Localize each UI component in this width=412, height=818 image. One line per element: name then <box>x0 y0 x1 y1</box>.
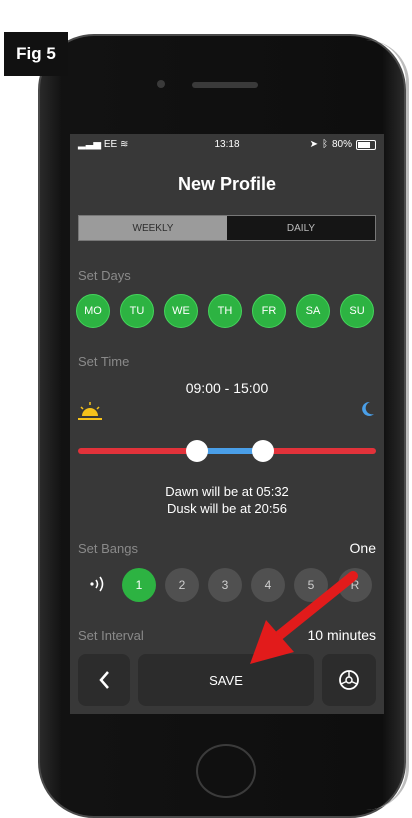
set-interval-label: Set Interval <box>78 628 144 643</box>
day-toggle-th[interactable]: TH <box>208 294 242 328</box>
annotation-arrow <box>250 571 358 664</box>
moon-icon <box>362 401 374 416</box>
set-days-label: Set Days <box>78 268 131 283</box>
dusk-time-text: Dusk will be at 20:56 <box>167 501 287 516</box>
time-range-slider[interactable] <box>78 436 376 466</box>
status-bar: ▂▃▅ EE ≋ 13:18 ➤ ᛒ 80% <box>70 134 384 156</box>
status-right: ➤ ᛒ 80% <box>310 139 376 150</box>
back-button[interactable] <box>78 654 130 706</box>
end-time-handle[interactable] <box>252 440 274 462</box>
bang-option-1[interactable]: 1 <box>122 568 156 602</box>
day-toggle-tu[interactable]: TU <box>120 294 154 328</box>
tab-weekly[interactable]: WEEKLY <box>79 216 227 240</box>
sun-icon <box>78 402 102 420</box>
front-camera <box>157 80 165 88</box>
bangs-value: One <box>349 540 376 556</box>
days-selector: MO TU WE TH FR SA SU <box>76 294 378 330</box>
home-button[interactable] <box>196 744 256 798</box>
set-bangs-label: Set Bangs <box>78 541 138 556</box>
day-toggle-su[interactable]: SU <box>340 294 374 328</box>
page-title: New Profile <box>177 174 277 194</box>
day-toggle-fr[interactable]: FR <box>252 294 286 328</box>
start-time-handle[interactable] <box>186 440 208 462</box>
battery-percent: 80% <box>331 139 352 150</box>
day-toggle-sa[interactable]: SA <box>296 294 330 328</box>
vibrate-icon <box>90 576 104 592</box>
location-icon: ➤ <box>309 139 318 150</box>
day-toggle-mo[interactable]: MO <box>76 294 110 328</box>
figure-label: Fig 5 <box>4 32 68 76</box>
bang-option-2[interactable]: 2 <box>165 568 199 602</box>
bluetooth-icon: ᛒ <box>321 139 328 150</box>
dawn-time-text: Dawn will be at 05:32 <box>165 484 289 499</box>
tab-daily[interactable]: DAILY <box>227 216 375 240</box>
time-range: 09:00 - 15:00 <box>185 380 269 396</box>
earpiece-speaker <box>192 82 258 88</box>
schedule-type-toggle: WEEKLY DAILY <box>78 215 376 241</box>
battery-icon <box>356 139 376 150</box>
set-time-label: Set Time <box>78 354 130 369</box>
day-toggle-we[interactable]: WE <box>164 294 198 328</box>
back-chevron-icon <box>99 671 109 689</box>
bang-option-3[interactable]: 3 <box>208 568 242 602</box>
